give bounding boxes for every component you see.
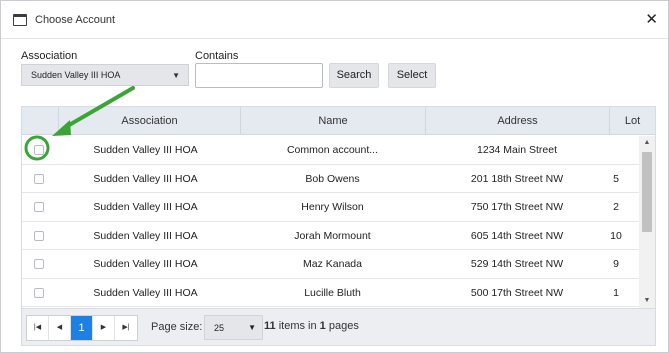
search-button[interactable]: Search (329, 63, 379, 88)
chevron-down-icon: ▼ (172, 71, 180, 80)
row-checkbox[interactable] (34, 173, 44, 184)
choose-account-dialog: Choose Account ✕ Association Sudden Vall… (0, 0, 669, 353)
close-icon[interactable]: ✕ (645, 12, 658, 27)
cell-name: Common account... (286, 144, 379, 156)
table-row[interactable]: Sudden Valley III HOA Bob Owens 201 18th… (22, 165, 639, 193)
cell-association: Sudden Valley III HOA (93, 201, 198, 213)
grid-body: Sudden Valley III HOA Common account... … (22, 136, 639, 308)
table-row[interactable]: Sudden Valley III HOA Maz Kanada 529 14t… (22, 250, 639, 279)
grid-scrollbar[interactable]: ▲ ▼ (639, 136, 655, 308)
prev-page-icon[interactable]: ◀ (49, 316, 71, 340)
chevron-down-icon: ▼ (248, 323, 256, 332)
pages-text: pages (328, 320, 359, 332)
cell-name: Bob Owens (305, 172, 360, 185)
page-size-value: 25 (214, 323, 225, 333)
association-select[interactable]: Sudden Valley III HOA ▼ (21, 64, 189, 86)
cell-name: Henry Wilson (301, 201, 364, 213)
cell-lot: 2 (613, 201, 619, 213)
cell-association: Sudden Valley III HOA (93, 172, 198, 185)
row-checkbox[interactable] (34, 259, 44, 269)
header-address[interactable]: Address (425, 107, 609, 135)
header-checkbox-col (22, 107, 58, 135)
cell-association: Sudden Valley III HOA (93, 229, 198, 242)
pages-count: 1 (319, 320, 326, 332)
association-select-value: Sudden Valley III HOA (31, 70, 121, 80)
page-size-select[interactable]: 25 ▼ (204, 315, 263, 340)
header-name[interactable]: Name (240, 107, 425, 135)
cell-address: 605 14th Street NW (470, 229, 564, 242)
cell-name: Lucille Bluth (304, 286, 361, 299)
association-label: Association (21, 50, 78, 62)
items-in-text: items in (278, 320, 317, 332)
scroll-down-icon[interactable]: ▼ (639, 294, 655, 308)
cell-address: 1234 Main Street (477, 144, 557, 156)
window-icon (13, 13, 27, 26)
grid-header: Association Name Address Lot (22, 107, 655, 135)
cell-association: Sudden Valley III HOA (93, 144, 198, 156)
first-page-icon[interactable]: |◀ (27, 316, 49, 340)
cell-address: 529 14th Street NW (470, 258, 564, 270)
cell-lot: 1 (613, 286, 619, 299)
last-page-icon[interactable]: ▶| (115, 316, 137, 340)
header-lot[interactable]: Lot (609, 107, 655, 135)
cell-address: 750 17th Street NW (470, 201, 564, 213)
row-checkbox[interactable] (34, 287, 44, 298)
row-checkbox[interactable] (34, 230, 44, 241)
dialog-titlebar: Choose Account ✕ (1, 1, 668, 39)
cell-name: Maz Kanada (303, 258, 362, 270)
table-row[interactable]: Sudden Valley III HOA Common account... … (22, 136, 639, 165)
items-count: 11 (264, 320, 276, 332)
pager-buttons: |◀ ◀ 1 ▶ ▶| (26, 315, 138, 341)
accounts-grid: Association Name Address Lot Sudden Vall… (21, 106, 656, 346)
dialog-title: Choose Account (35, 13, 116, 26)
select-button[interactable]: Select (388, 63, 436, 88)
header-association[interactable]: Association (58, 107, 240, 135)
row-checkbox[interactable] (34, 202, 44, 212)
row-checkbox[interactable] (34, 145, 44, 155)
cell-association: Sudden Valley III HOA (93, 258, 198, 270)
page-size-label: Page size: (151, 321, 203, 333)
next-page-icon[interactable]: ▶ (93, 316, 115, 340)
cell-address: 500 17th Street NW (470, 286, 564, 299)
table-row[interactable]: Sudden Valley III HOA Lucille Bluth 500 … (22, 279, 639, 307)
pager-info: 11 items in 1 pages (264, 320, 359, 332)
cell-lot: 9 (613, 258, 619, 270)
cell-name: Jorah Mormount (294, 229, 371, 242)
contains-label: Contains (195, 50, 239, 62)
grid-pager: |◀ ◀ 1 ▶ ▶| Page size: 25 ▼ 11 items in … (22, 308, 655, 345)
table-row[interactable]: Sudden Valley III HOA Henry Wilson 750 1… (22, 193, 639, 222)
cell-address: 201 18th Street NW (470, 172, 564, 185)
table-row[interactable]: Sudden Valley III HOA Jorah Mormount 605… (22, 222, 639, 250)
cell-lot: 5 (613, 172, 619, 185)
scrollbar-thumb[interactable] (642, 152, 652, 232)
cell-lot: 10 (610, 229, 622, 242)
scroll-up-icon[interactable]: ▲ (639, 136, 655, 150)
cell-lot (604, 136, 628, 164)
cell-association: Sudden Valley III HOA (93, 286, 198, 299)
contains-input[interactable] (195, 63, 323, 88)
page-number-button[interactable]: 1 (71, 316, 93, 340)
filter-bar: Association Sudden Valley III HOA ▼ Cont… (21, 49, 648, 91)
